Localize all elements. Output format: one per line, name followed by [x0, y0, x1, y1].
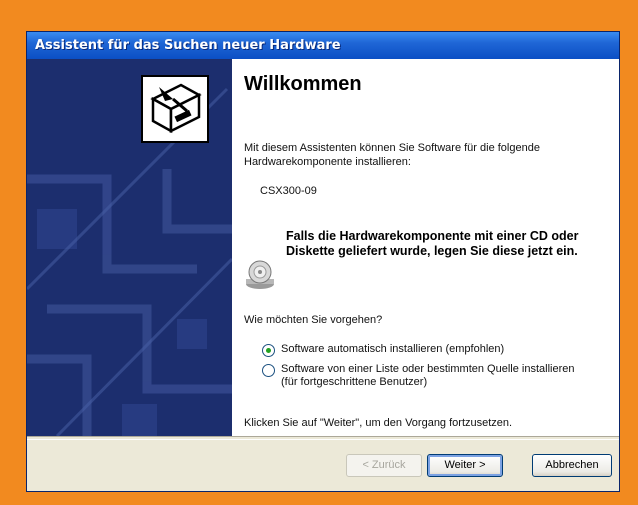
continue-hint: Klicken Sie auf "Weiter", um den Vorgang… [244, 417, 513, 429]
cancel-button[interactable]: Abbrechen [532, 454, 612, 477]
cd-notice: Falls die Hardwarekomponente mit einer C… [286, 229, 579, 258]
option-manual-install-label: Software von einer Liste oder bestimmten… [281, 363, 575, 388]
button-separator [27, 436, 619, 440]
radio-auto-install[interactable] [262, 344, 275, 357]
next-button[interactable]: Weiter > [427, 454, 503, 477]
option-auto-install[interactable]: Software automatisch installieren (empfo… [262, 343, 504, 357]
wizard-window: Assistent für das Suchen neuer Hardware [26, 31, 620, 492]
question-label: Wie möchten Sie vorgehen? [244, 314, 383, 326]
intro-text: Mit diesem Assistenten können Sie Softwa… [244, 142, 540, 168]
option-auto-install-label: Software automatisch installieren (empfo… [281, 343, 505, 355]
radio-manual-install[interactable] [262, 364, 275, 377]
back-button[interactable]: < Zurück [346, 454, 422, 477]
cd-drive-icon [244, 259, 276, 291]
window-title[interactable]: Assistent für das Suchen neuer Hardware [27, 32, 619, 59]
option-manual-install[interactable]: Software von einer Liste oder bestimmten… [262, 363, 582, 389]
wizard-content: Willkommen Mit diesem Assistenten können… [232, 59, 619, 436]
wizard-sidebar [27, 59, 232, 436]
device-name: CSX300-09 [260, 185, 317, 197]
page-title: Willkommen [244, 73, 362, 95]
hardware-wizard-icon [141, 75, 209, 143]
